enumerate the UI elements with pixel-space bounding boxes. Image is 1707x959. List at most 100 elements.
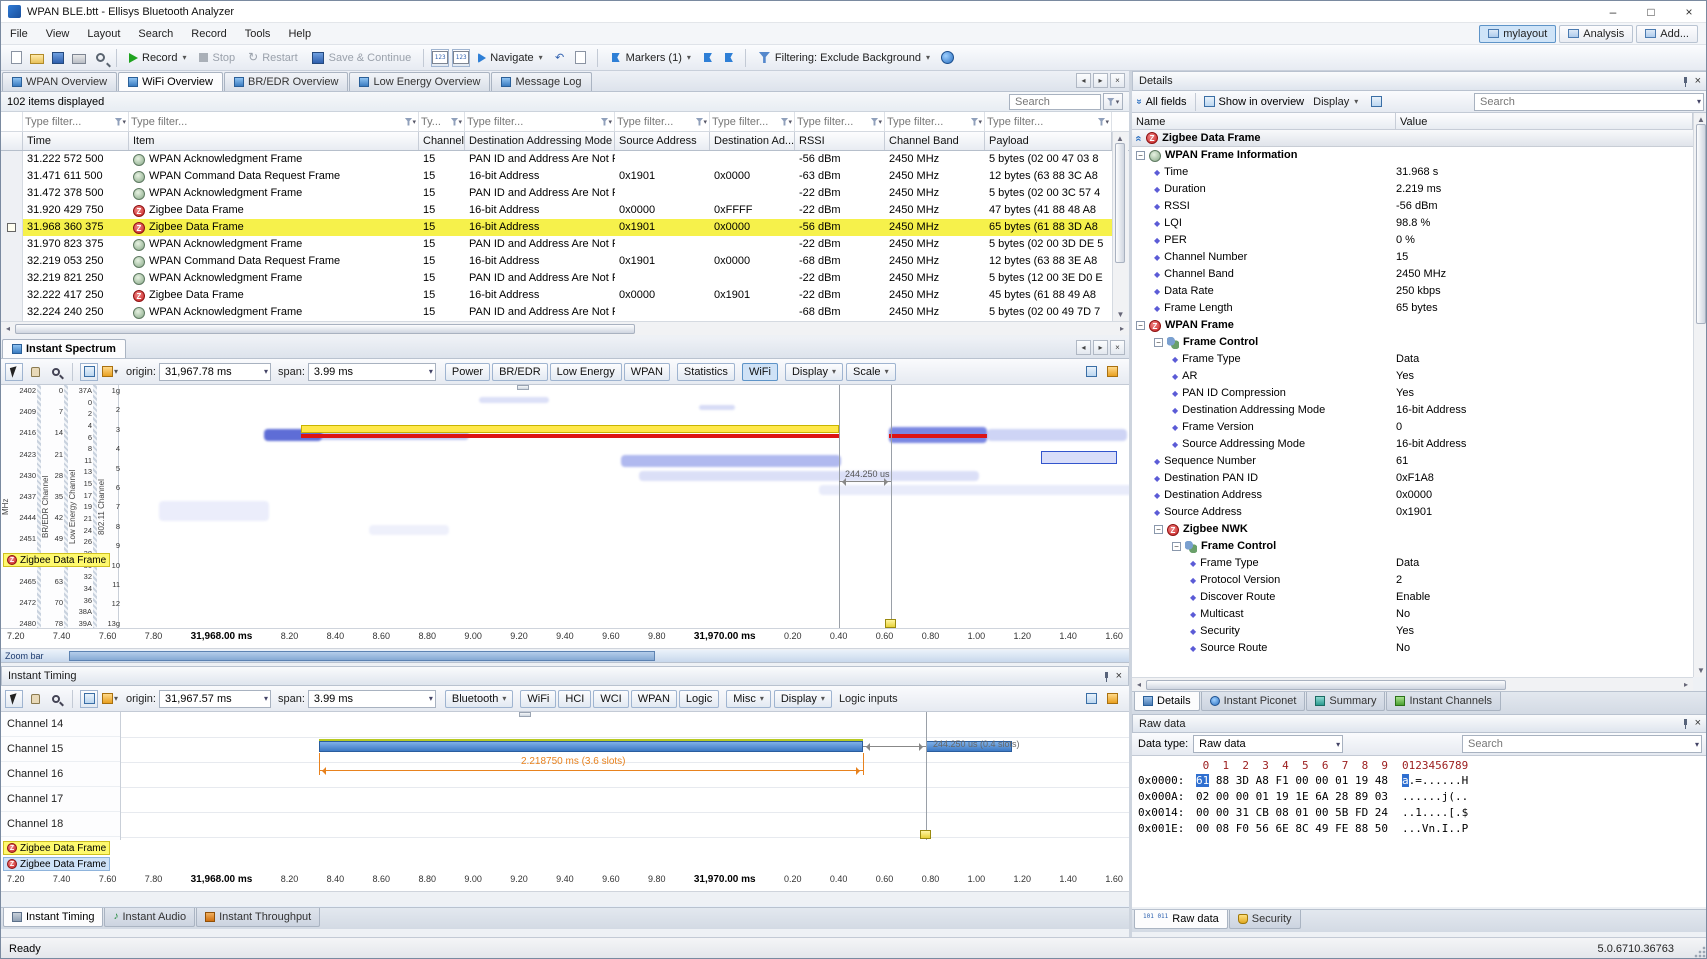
details-row[interactable]: ◆Duration2.219 ms (1132, 181, 1693, 198)
details-row[interactable]: ◆PER0 % (1132, 232, 1693, 249)
tab-wifi-overview[interactable]: WiFi Overview (118, 72, 223, 91)
hex-row[interactable]: 0x0000:61 88 3D A8 F1 00 00 01 19 48a.=.… (1138, 773, 1707, 789)
tab-low-energy-overview[interactable]: Low Energy Overview (349, 72, 490, 91)
details-row[interactable]: ◆Frame Length65 bytes (1132, 300, 1693, 317)
details-row[interactable]: ◆Channel Number15 (1132, 249, 1693, 266)
table-row[interactable]: 31.222 572 500WPAN Acknowledgment Frame1… (1, 151, 1112, 168)
details-display-button[interactable]: Display▾ (1308, 94, 1363, 110)
details-name-column[interactable]: Name (1132, 113, 1396, 129)
numbering-icon-1[interactable]: 123 (431, 49, 449, 67)
details-row[interactable]: ◆SecurityYes (1132, 623, 1693, 640)
wpan-button[interactable]: WPAN (631, 690, 677, 708)
menu-search[interactable]: Search (129, 25, 182, 43)
details-horizontal-scrollbar[interactable]: ◂ ▸ (1132, 677, 1693, 691)
collapse-icon[interactable]: » (1132, 135, 1148, 141)
pan-hand-icon[interactable] (26, 363, 44, 381)
markers-button[interactable]: Markers (1)▾ (605, 49, 696, 66)
wpan-button[interactable]: WPAN (624, 363, 670, 381)
statistics-button[interactable]: Statistics (677, 363, 735, 381)
tab-instant-spectrum[interactable]: Instant Spectrum (2, 339, 126, 358)
spectrum-plot[interactable]: 244.250 us (119, 385, 1129, 629)
globe-icon[interactable] (938, 49, 956, 67)
timing-grid-view-icon[interactable] (80, 690, 98, 708)
details-value-column[interactable]: Value (1396, 113, 1693, 129)
tab-wpan-overview[interactable]: WPAN Overview (2, 72, 117, 91)
spectrum-display-button[interactable]: Display▾ (785, 363, 843, 381)
data-type-select[interactable]: Raw data▾ (1193, 735, 1343, 753)
details-row[interactable]: −ZWPAN Frame (1132, 317, 1693, 334)
timing-cursor-line[interactable] (926, 712, 927, 840)
timing-fit-icon[interactable] (1103, 690, 1121, 708)
bluetooth-button[interactable]: Bluetooth▾ (445, 690, 514, 708)
wifi-button[interactable]: WiFi (742, 363, 778, 381)
zoom-tool-icon[interactable] (47, 363, 65, 381)
misc-button[interactable]: Misc▾ (726, 690, 771, 708)
table-row[interactable]: 31.920 429 750ZZigbee Data Frame1516-bit… (1, 202, 1112, 219)
timing-plot[interactable]: 2.218750 ms (3.6 slots) 244.250 us (0.4 … (121, 712, 1129, 840)
details-row[interactable]: −Frame Control (1132, 334, 1693, 351)
timing-plot-handle[interactable] (519, 712, 531, 717)
restart-button[interactable]: ↻Restart (243, 49, 303, 66)
navigate-button[interactable]: Navigate▾ (473, 50, 547, 66)
column-header-time[interactable]: Time (23, 132, 129, 150)
all-fields-button[interactable]: All fields (1146, 96, 1187, 108)
menu-help[interactable]: Help (279, 25, 320, 43)
tab-instant-piconet[interactable]: Instant Piconet (1201, 692, 1306, 711)
tabs-scroll-left-icon[interactable]: ◂ (1076, 73, 1091, 88)
prev-marker-icon[interactable] (699, 49, 717, 67)
spectrum-zoom-bar[interactable]: Zoom bar (1, 650, 1129, 663)
spectrum-cursor-line-2[interactable] (891, 385, 892, 629)
details-row[interactable]: ◆Destination PAN ID0xF1A8 (1132, 470, 1693, 487)
timing-pin-icon[interactable] (1101, 671, 1112, 682)
column-header-channel[interactable]: Channel (419, 132, 465, 150)
timing-frame-tag[interactable]: ZZigbee Data Frame (3, 857, 110, 871)
chart-options-icon[interactable]: ▾ (101, 363, 119, 381)
wifi-button[interactable]: WiFi (520, 690, 556, 708)
filter-cell[interactable]: Type filter...▾ (615, 112, 710, 131)
hex-row[interactable]: 0x000A:02 00 00 01 19 1E 6A 28 89 03....… (1138, 789, 1707, 805)
details-row[interactable]: ◆RSSI-56 dBm (1132, 198, 1693, 215)
column-header-item[interactable]: Item (129, 132, 419, 150)
spectrum-close-icon[interactable]: × (1110, 340, 1125, 355)
timing-select-cursor-icon[interactable] (5, 690, 23, 708)
details-close-icon[interactable]: × (1695, 76, 1701, 87)
details-row[interactable]: ◆Source RouteNo (1132, 640, 1693, 657)
tab-message-log[interactable]: Message Log (491, 72, 591, 91)
timing-span-combo[interactable]: 3.99 ms▾ (308, 690, 436, 708)
details-row[interactable]: ◆Destination Address0x0000 (1132, 487, 1693, 504)
timing-origin-combo[interactable]: 31,967.57 ms▾ (159, 690, 271, 708)
spectrum-scroll-right-icon[interactable]: ▸ (1093, 340, 1108, 355)
tab-br-edr-overview[interactable]: BR/EDR Overview (224, 72, 348, 91)
table-row[interactable]: 31.472 378 500WPAN Acknowledgment Frame1… (1, 185, 1112, 202)
tabs-scroll-right-icon[interactable]: ▸ (1093, 73, 1108, 88)
details-row[interactable]: ◆Data Rate250 kbps (1132, 283, 1693, 300)
rawdata-search-input[interactable]: Search▾ (1462, 735, 1702, 753)
expander-icon[interactable]: − (1136, 151, 1145, 160)
timing-chart-options-icon[interactable]: ▾ (101, 690, 119, 708)
column-header-payload[interactable]: Payload (985, 132, 1112, 150)
tab-details[interactable]: Details (1134, 692, 1200, 711)
tab-summary[interactable]: Summary (1306, 692, 1385, 711)
spectrum-cursor-handle[interactable] (885, 619, 896, 628)
timing-pan-hand-icon[interactable] (26, 690, 44, 708)
menu-view[interactable]: View (37, 25, 79, 43)
filter-cell[interactable]: Type filter...▾ (129, 112, 419, 131)
table-vertical-scrollbar[interactable]: ▲ ▼ (1112, 132, 1128, 321)
details-columns-icon[interactable] (1367, 93, 1385, 111)
filter-cell[interactable]: Type filter...▾ (710, 112, 795, 131)
expander-icon[interactable]: − (1136, 321, 1145, 330)
tab-raw-data[interactable]: 101 011Raw data (1134, 910, 1228, 929)
timing-frame-tag[interactable]: ZZigbee Data Frame (3, 841, 110, 855)
filtering-button[interactable]: Filtering: Exclude Background▾ (753, 49, 935, 66)
filter-cell[interactable]: Ty...▾ (419, 112, 465, 131)
table-horizontal-scrollbar[interactable]: ◂ ▸ (1, 321, 1129, 335)
show-in-overview-button[interactable]: Show in overview (1219, 96, 1305, 108)
details-row[interactable]: ◆Time31.968 s (1132, 164, 1693, 181)
tab-instant-timing[interactable]: Instant Timing (3, 908, 103, 927)
details-row[interactable]: ◆MulticastNo (1132, 606, 1693, 623)
hci-button[interactable]: HCI (558, 690, 591, 708)
br-edr-button[interactable]: BR/EDR (492, 363, 548, 381)
back-icon[interactable]: ↶ (551, 49, 569, 67)
details-row[interactable]: ◆Source Address0x1901 (1132, 504, 1693, 521)
spectrum-cursor-line[interactable] (839, 385, 840, 629)
